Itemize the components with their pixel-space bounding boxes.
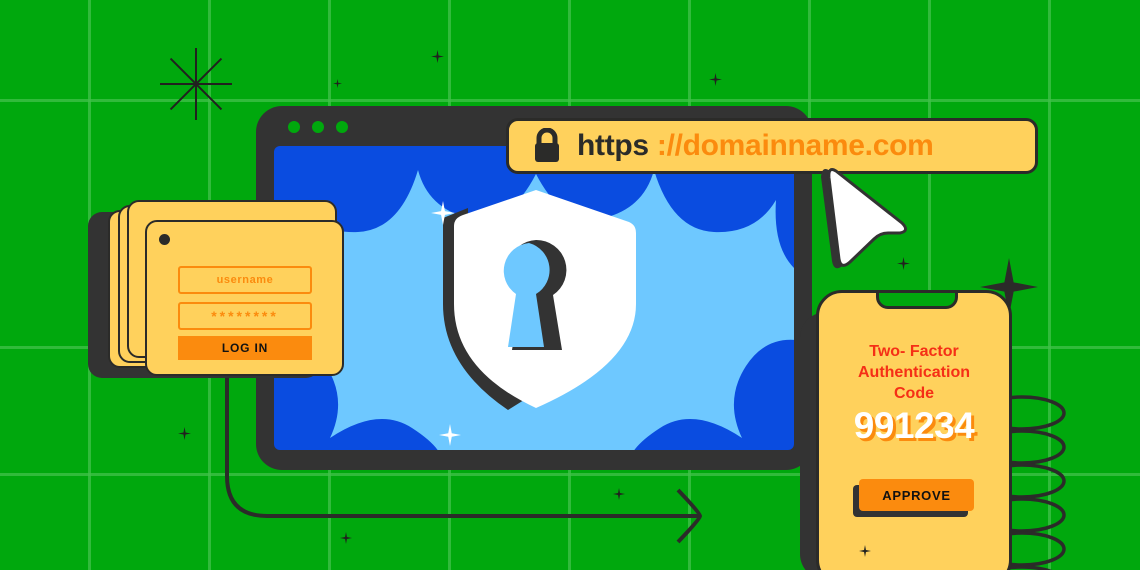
login-button-label: LOG IN [221, 341, 269, 355]
four-point-star-icon [333, 79, 342, 88]
lock-icon [535, 128, 559, 162]
four-point-star-icon [709, 73, 722, 86]
asterisk-sparkle-icon [160, 48, 232, 120]
two-factor-title: Two- Factor Authentication Code [819, 341, 1009, 404]
two-factor-title-line: Two- Factor [869, 343, 959, 360]
two-factor-title-line: Code [894, 385, 934, 402]
url-scheme: https [577, 129, 649, 162]
url-host: ://domainname.com [656, 129, 934, 162]
approve-button-wrap: APPROVE [853, 479, 974, 517]
traffic-light-dot[interactable] [312, 121, 324, 133]
phone-device: Two- Factor Authentication Code 991234 A… [800, 290, 1030, 570]
login-card-front[interactable]: username ******** LOG IN [145, 220, 344, 376]
password-value: ******** [211, 308, 279, 324]
four-point-star-icon [859, 545, 871, 557]
two-factor-code: 991234 [853, 405, 975, 446]
four-point-star-icon [178, 427, 191, 440]
two-factor-title-line: Authentication [858, 364, 970, 381]
illustration-canvas: https ://domainname.com username *******… [0, 0, 1140, 570]
username-input[interactable]: username [178, 266, 312, 294]
four-point-star-icon [613, 488, 625, 500]
mouse-cursor-icon[interactable] [818, 163, 910, 273]
traffic-light-dots [288, 121, 348, 133]
phone-notch [876, 293, 958, 309]
shield-keyhole-icon [443, 190, 636, 410]
traffic-light-dot[interactable] [288, 121, 300, 133]
four-point-star-icon [340, 532, 352, 544]
login-button[interactable]: LOG IN [178, 336, 312, 360]
url-bar[interactable]: https ://domainname.com [506, 118, 1038, 174]
traffic-light-dot[interactable] [336, 121, 348, 133]
window-dot-icon [159, 234, 170, 245]
four-point-star-icon [431, 50, 444, 63]
url-text: https ://domainname.com [577, 129, 934, 163]
password-input[interactable]: ******** [178, 302, 312, 330]
phone-screen: Two- Factor Authentication Code 991234 A… [816, 290, 1012, 570]
approve-button[interactable]: APPROVE [859, 479, 974, 511]
username-value: username [216, 274, 274, 286]
login-card-stack: username ******** LOG IN [88, 196, 344, 382]
browser-viewport [274, 146, 794, 450]
approve-button-label: APPROVE [882, 487, 951, 503]
